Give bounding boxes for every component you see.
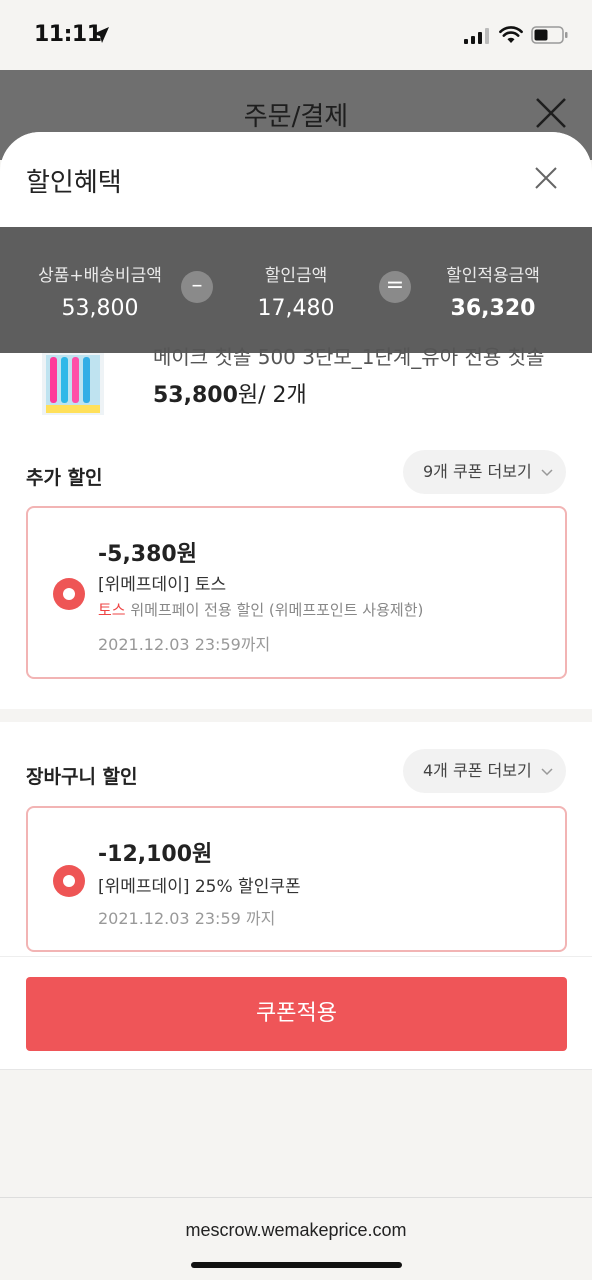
cart-more-coupons-button[interactable]: 4개 쿠폰 더보기 [403,749,566,793]
discount-amount: 할인금액 17,480 [196,261,396,321]
home-indicator[interactable] [191,1262,402,1268]
extra-discount-title: 추가 할인 [26,467,103,489]
product-price-suffix: 원/ 2개 [237,383,307,408]
url-text[interactable]: mescrow.wemakeprice.com [0,1220,592,1241]
extra-coupon-expiry: 2021.12.03 23:59까지 [98,635,271,654]
final-amount: 할인적용금액 36,320 [393,261,592,321]
extra-more-coupons-label: 9개 쿠폰 더보기 [423,462,532,481]
extra-coupon-radio[interactable] [53,578,85,610]
extra-discount-section: 추가 할인 9개 쿠폰 더보기 -5,380원 [위메프데이] 토스 토스 위메… [0,433,592,709]
cart-discount-section: 장바구니 할인 4개 쿠폰 더보기 -12,100원 [위메프데이] 25% 할… [0,722,592,956]
sheet-title: 할인혜택 [26,168,122,198]
product-price-value: 53,800 [153,383,238,408]
price-summary: 상품+배송비금액 53,800 – 할인금액 17,480 = 할인적용금액 3… [0,227,592,353]
cart-discount-title: 장바구니 할인 [26,766,138,788]
sheet-header: 할인혜택 [0,132,592,227]
discount-amount-value: 17,480 [257,296,335,321]
browser-url-bar: mescrow.wemakeprice.com [0,1197,592,1280]
apply-bar: 쿠폰적용 [0,956,592,1070]
cart-coupon-amount: -12,100원 [98,842,213,867]
discount-amount-label: 할인금액 [264,266,328,286]
extra-coupon-amount: -5,380원 [98,542,197,567]
battery-icon [531,26,568,44]
discount-sheet: 할인혜택 상품+배송비금액 53,800 – 할인금액 17,480 = 할인적… [0,132,592,1280]
order-title: 주문/결제 [243,102,349,132]
cart-coupon-expiry: 2021.12.03 23:59 까지 [98,909,276,928]
chevron-down-icon [541,468,553,476]
extra-coupon-card[interactable]: -5,380원 [위메프데이] 토스 토스 위메프페이 전용 할인 (위메프포인… [26,506,567,679]
chevron-down-icon [541,767,553,775]
product-name: 메이크 칫솔 500 3단모_1단계_유아 전용 칫솔 [153,345,545,369]
location-arrow-icon [93,27,109,43]
extra-coupon-description: 토스 위메프페이 전용 할인 (위메프포인트 사용제한) [98,599,423,620]
cart-coupon-name: [위메프데이] 25% 할인쿠폰 [98,877,301,897]
final-amount-label: 할인적용금액 [446,266,540,286]
cart-coupon-card[interactable]: -12,100원 [위메프데이] 25% 할인쿠폰 2021.12.03 23:… [26,806,567,952]
product-thumbnail [42,353,104,415]
order-close-icon[interactable] [535,97,567,129]
cellular-signal-icon [464,28,489,44]
extra-coupon-description-text: 위메프페이 전용 할인 (위메프포인트 사용제한) [125,601,424,619]
goods-amount: 상품+배송비금액 53,800 [0,261,200,321]
goods-amount-value: 53,800 [61,296,139,321]
toss-highlight: 토스 [98,601,126,619]
cart-more-coupons-label: 4개 쿠폰 더보기 [423,761,532,780]
product-price: 53,800원/ 2개 [153,377,307,409]
close-icon[interactable] [534,166,558,190]
final-amount-value: 36,320 [450,296,536,321]
wifi-icon [499,26,523,43]
extra-coupon-name: [위메프데이] 토스 [98,575,227,595]
status-bar: 11:11 [0,0,592,70]
extra-more-coupons-button[interactable]: 9개 쿠폰 더보기 [403,450,566,494]
apply-coupon-button[interactable]: 쿠폰적용 [26,977,567,1051]
cart-coupon-radio[interactable] [53,865,85,897]
product-summary: 메이크 칫솔 500 3단모_1단계_유아 전용 칫솔 53,800원/ 2개 [0,345,592,433]
goods-amount-label: 상품+배송비금액 [38,266,162,286]
